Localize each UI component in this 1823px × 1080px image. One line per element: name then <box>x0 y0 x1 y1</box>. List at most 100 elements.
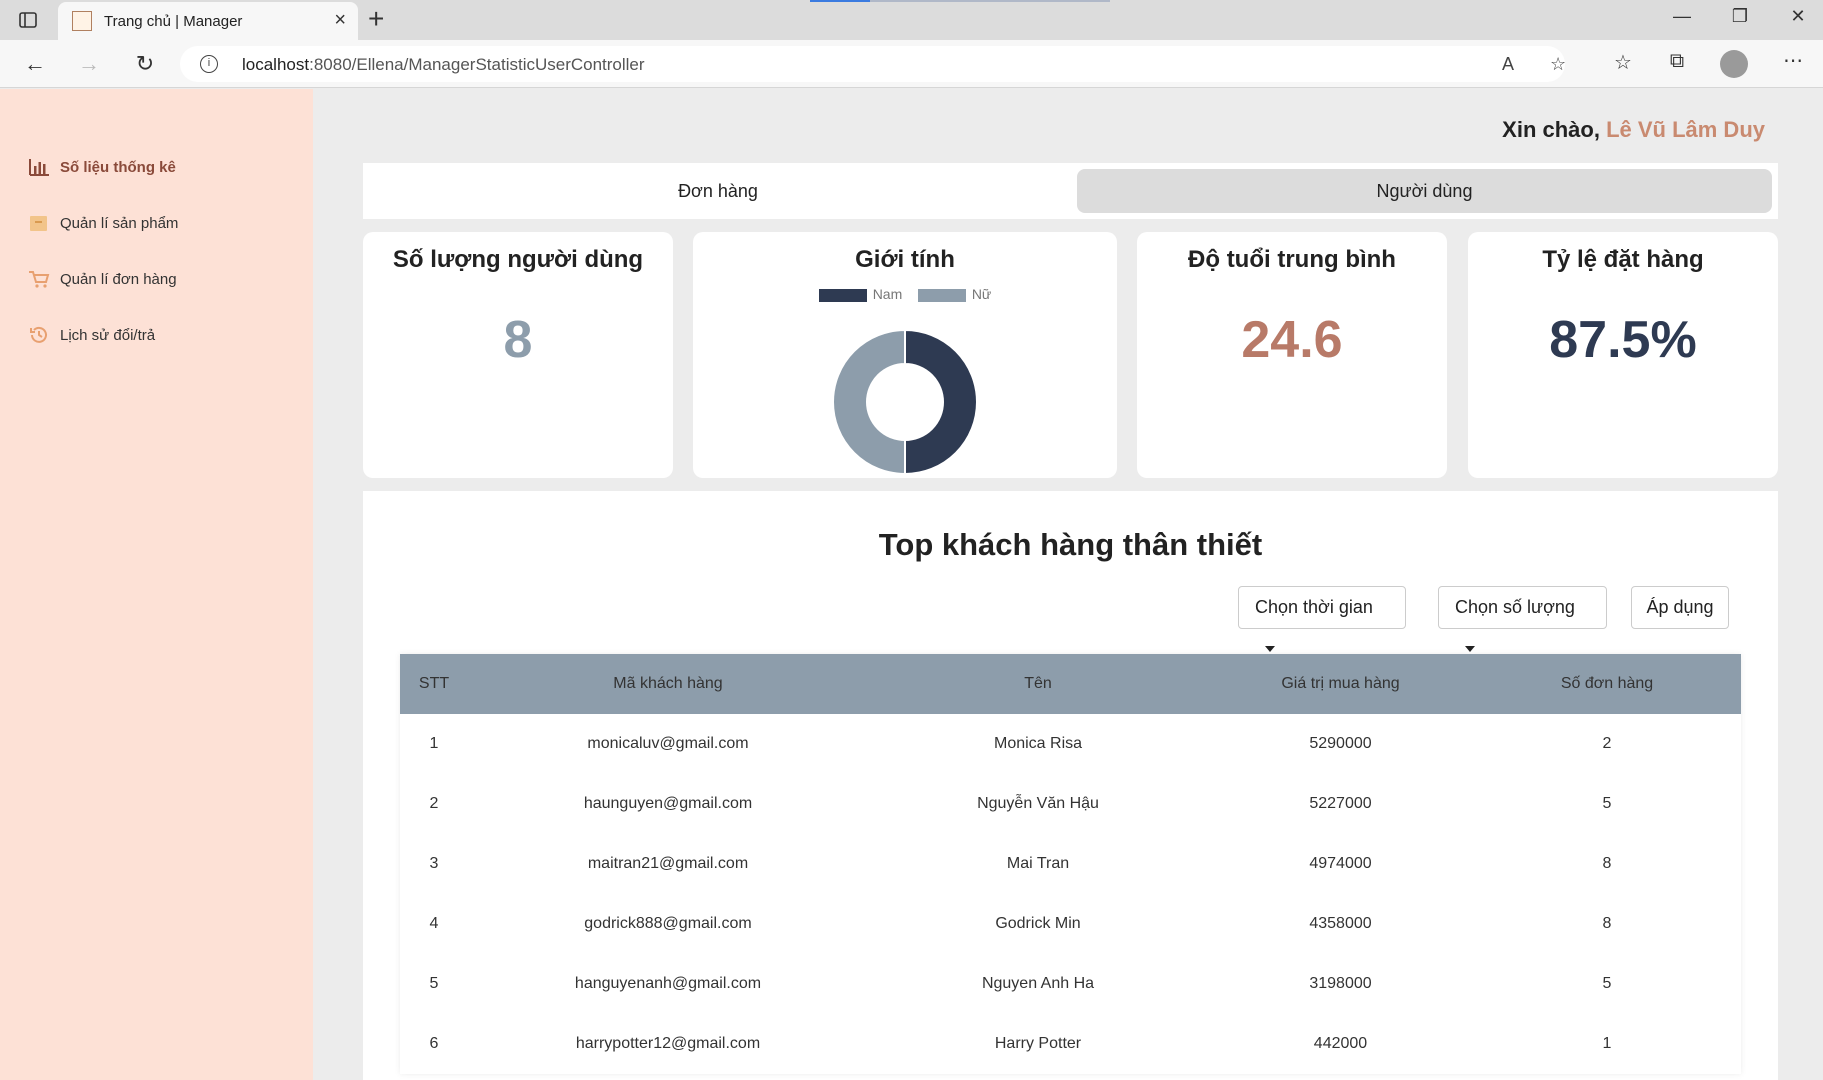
close-window-icon[interactable]: ✕ <box>1778 6 1818 27</box>
sidebar-item-returns[interactable]: Lịch sử đổi/trả <box>28 321 155 349</box>
sidebar-item-orders[interactable]: Quản lí đơn hàng <box>28 265 177 293</box>
chevron-down-icon <box>1465 646 1475 653</box>
table-cell: Nguyen Anh Ha <box>981 975 1095 992</box>
table-cell: 2 <box>429 795 439 812</box>
restore-icon[interactable]: ❐ <box>1720 6 1760 27</box>
bar-chart-icon <box>29 159 49 176</box>
top-customers-panel: Top khách hàng thân thiết Chọn thời gian… <box>363 491 1778 1080</box>
table-cell: Monica Risa <box>993 735 1083 752</box>
url-field[interactable]: i localhost:8080/Ellena/ManagerStatistic… <box>180 46 1566 82</box>
table-cell: 5290000 <box>1309 735 1372 752</box>
table-row[interactable]: 3 maitran21@gmail.com Mai Tran 4974000 8 <box>400 834 1741 894</box>
avg-age-value: 24.6 <box>1241 311 1343 369</box>
app-sidebar: Số liệu thống kê Quản lí sản phẩm Quản l… <box>0 89 313 1080</box>
top-customers-table: STT Mã khách hàng Tên Giá trị mua hàng S… <box>400 654 1741 1074</box>
favicon-icon <box>72 11 92 31</box>
user-name[interactable]: Lê Vũ Lâm Duy <box>1606 117 1765 142</box>
back-icon[interactable]: ← <box>20 50 50 78</box>
table-cell: Harry Potter <box>994 1035 1082 1052</box>
reload-icon[interactable]: ↻ <box>130 50 160 78</box>
table-cell: 5 <box>1602 975 1612 992</box>
add-favorite-icon[interactable]: ☆ <box>1550 54 1566 75</box>
minimize-icon[interactable]: — <box>1662 6 1702 27</box>
card-title: Tỷ lệ đặt hàng <box>1542 246 1704 273</box>
column-header[interactable]: STT <box>400 654 468 714</box>
order-rate-card: Tỷ lệ đặt hàng 87.5% <box>1468 232 1778 478</box>
table-cell: Mai Tran <box>1006 855 1070 872</box>
table-cell: monicaluv@gmail.com <box>587 735 749 752</box>
section-title: Top khách hàng thân thiết <box>878 527 1263 562</box>
sidebar-item-label: Quản lí sản phẩm <box>60 214 179 232</box>
browser-tabbar: Trang chủ | Manager × + — ❐ ✕ <box>0 0 1823 40</box>
browser-tab[interactable]: Trang chủ | Manager × <box>58 2 358 40</box>
table-cell: harrypotter12@gmail.com <box>575 1035 761 1052</box>
more-menu-icon[interactable]: ⋯ <box>1778 48 1808 73</box>
tab-orders[interactable]: Đơn hàng <box>363 169 1073 213</box>
table-cell: maitran21@gmail.com <box>587 855 749 872</box>
forward-icon[interactable]: → <box>74 50 104 78</box>
table-cell: 5 <box>1602 795 1612 812</box>
card-title: Độ tuổi trung bình <box>1188 246 1396 273</box>
column-header[interactable]: Mã khách hàng <box>468 654 868 714</box>
table-row[interactable]: 5 hanguyenanh@gmail.com Nguyen Anh Ha 31980… <box>400 954 1741 1014</box>
address-toolbar: ← → ↻ i localhost:8080/Ellena/ManagerSta… <box>0 40 1823 88</box>
browser-tab-title: Trang chủ | Manager <box>104 13 243 30</box>
table-cell: 3 <box>429 855 439 872</box>
column-header[interactable]: Số đơn hàng <box>1473 654 1741 714</box>
count-select[interactable]: Chọn số lượng <box>1438 586 1607 653</box>
table-row[interactable]: 4 godrick888@gmail.com Godrick Min 4358000 8 <box>400 894 1741 954</box>
table-cell: 8 <box>1602 915 1612 932</box>
table-cell: Godrick Min <box>995 915 1081 932</box>
table-cell: 1 <box>1602 1035 1612 1052</box>
box-icon <box>30 216 47 231</box>
gender-card: Giới tính Nam Nữ <box>693 232 1117 478</box>
time-select-label: Chọn thời gian <box>1255 597 1373 617</box>
table-header-row: STT Mã khách hàng Tên Giá trị mua hàng S… <box>400 654 1741 714</box>
table-cell: 2 <box>1602 735 1612 752</box>
history-icon <box>30 326 47 343</box>
sidebar-item-statistics[interactable]: Số liệu thống kê <box>28 153 176 181</box>
favorites-icon[interactable]: ☆ <box>1608 50 1638 75</box>
loading-bar <box>810 0 1110 2</box>
table-row[interactable]: 2 haunguyen@gmail.com Nguyễn Văn Hậu 522700… <box>400 774 1741 834</box>
user-count-card: Số lượng người dùng 8 <box>363 232 673 478</box>
tab-actions-icon[interactable] <box>18 10 38 30</box>
table-cell: 1 <box>429 735 439 752</box>
table-cell: 4358000 <box>1309 915 1372 932</box>
table-cell: 5227000 <box>1309 795 1372 812</box>
table-cell: Nguyễn Văn Hậu <box>977 795 1099 812</box>
table-cell: haunguyen@gmail.com <box>583 795 753 812</box>
greeting-text: Xin chào, <box>1502 117 1607 142</box>
time-select[interactable]: Chọn thời gian <box>1238 586 1406 653</box>
new-tab-icon[interactable]: + <box>368 4 384 34</box>
table-cell: godrick888@gmail.com <box>584 915 752 932</box>
column-header[interactable]: Tên <box>868 654 1208 714</box>
chevron-down-icon <box>1265 646 1275 653</box>
donut-slice-nữ[interactable] <box>832 328 906 476</box>
table-row[interactable]: 1 monicaluv@gmail.com Monica Risa 5290000 2 <box>400 714 1741 774</box>
table-cell: 4 <box>429 915 439 932</box>
donut-slice-nam[interactable] <box>904 328 978 476</box>
sidebar-item-products[interactable]: Quản lí sản phẩm <box>28 209 178 237</box>
sidebar-item-label: Quản lí đơn hàng <box>60 270 177 288</box>
sidebar-item-label: Lịch sử đổi/trả <box>60 326 156 344</box>
profile-avatar[interactable] <box>1720 50 1748 78</box>
avg-age-card: Độ tuổi trung bình 24.6 <box>1137 232 1447 478</box>
table-cell: 4974000 <box>1309 855 1372 872</box>
card-title: Số lượng người dùng <box>392 246 644 273</box>
apply-button[interactable]: Áp dụng <box>1631 586 1729 629</box>
gender-donut-chart <box>832 328 978 476</box>
column-header[interactable]: Giá trị mua hàng <box>1208 654 1473 714</box>
order-rate-value: 87.5% <box>1549 311 1697 369</box>
collections-icon[interactable]: ⧉ <box>1662 50 1692 73</box>
read-aloud-icon[interactable]: A <box>1502 54 1514 75</box>
table-row[interactable]: 6 harrypotter12@gmail.com Harry Potter 4420… <box>400 1014 1741 1074</box>
tab-users[interactable]: Người dùng <box>1077 169 1772 213</box>
greeting: Xin chào, Lê Vũ Lâm Duy <box>1502 117 1765 143</box>
sidebar-item-label: Số liệu thống kê <box>60 158 176 176</box>
url-path: :8080/Ellena/ManagerStatisticUserControl… <box>309 55 645 74</box>
table-cell: 6 <box>429 1035 439 1052</box>
close-tab-icon[interactable]: × <box>334 10 346 30</box>
site-info-icon[interactable]: i <box>200 55 218 73</box>
table-cell: 5 <box>429 975 439 992</box>
